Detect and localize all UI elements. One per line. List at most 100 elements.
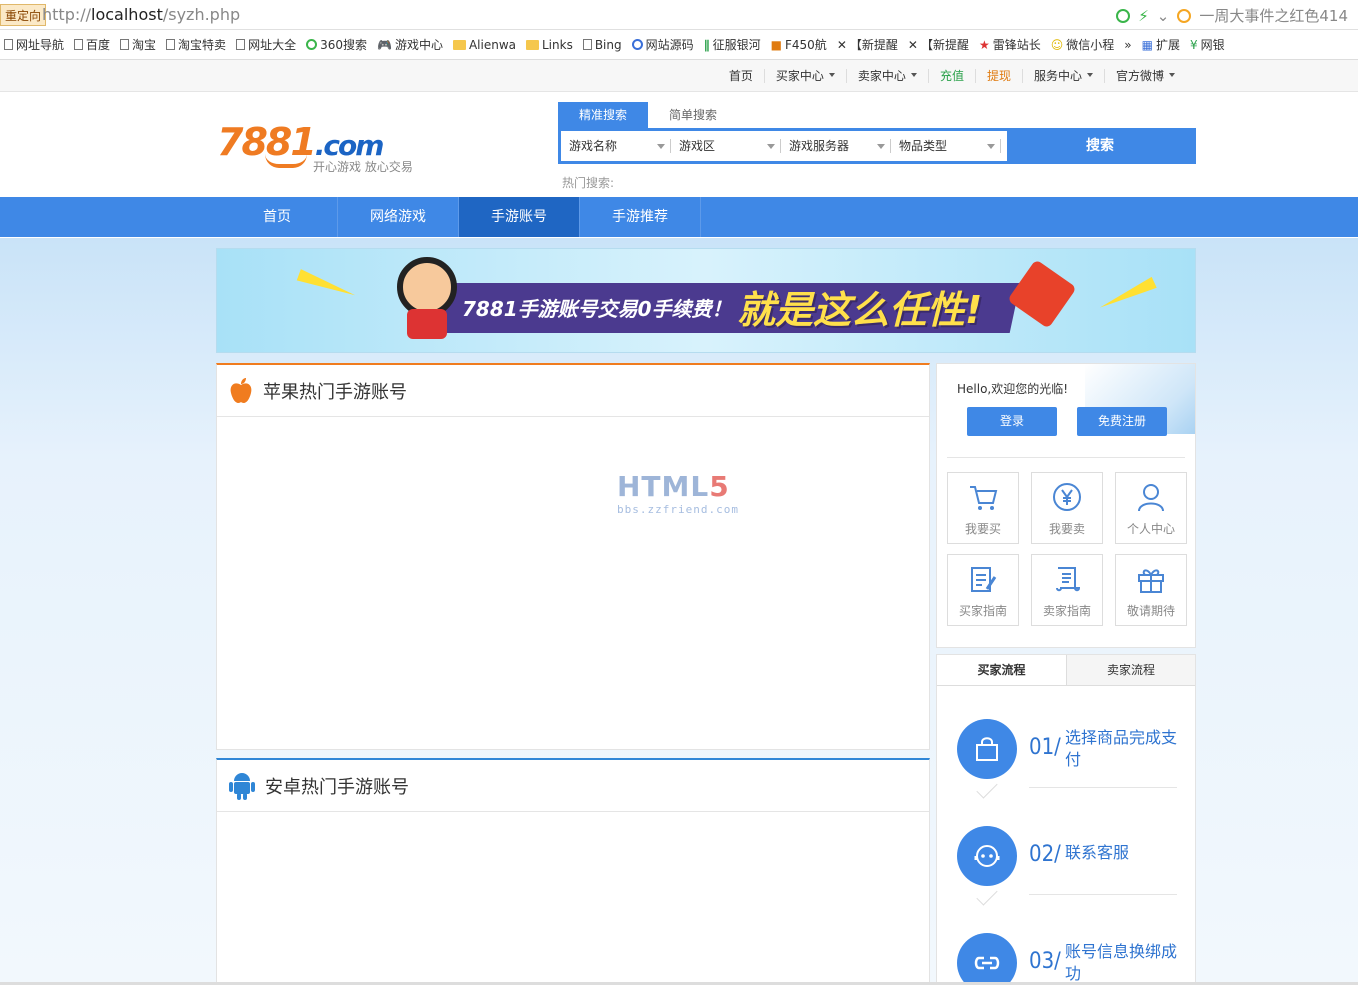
user-icon <box>1138 484 1164 512</box>
quick-coming-soon[interactable]: 敬请期待 <box>1115 554 1187 626</box>
bookmark[interactable]: ∥ 征服银河 <box>704 36 761 53</box>
item-type-select[interactable]: 物品类型 <box>891 131 1001 161</box>
watermark-sub: bbs.zzfriend.com <box>617 503 739 516</box>
site-logo[interactable]: 7881.com 开心游戏 放心交易 <box>217 120 417 174</box>
bookmark[interactable]: Bing <box>582 38 622 52</box>
bookmark[interactable]: ▦ 扩展 <box>1142 36 1180 53</box>
customer-service-icon <box>974 845 1000 867</box>
bookmark[interactable]: 网站源码 <box>631 36 694 53</box>
lightning-icon[interactable]: ⚡ <box>1138 7 1149 25</box>
yen-icon <box>1053 483 1081 511</box>
chevron-down-icon[interactable]: ⌄ <box>1157 7 1170 25</box>
quick-link-label: 个人中心 <box>1126 522 1175 536</box>
game-zone-select[interactable]: 游戏区 <box>671 131 781 161</box>
process-step: 01/ 选择商品完成支付 <box>957 719 1177 809</box>
topnav-official-weibo[interactable]: 官方微博 <box>1105 69 1186 83</box>
smiley-icon: ☺ <box>1050 37 1064 52</box>
quick-link-label: 我要买 <box>964 522 1001 536</box>
register-button[interactable]: 免费注册 <box>1077 407 1167 436</box>
quick-sell[interactable]: 我要卖 <box>1031 472 1103 544</box>
user-sidebar: Hello,欢迎您的光临! 登录 免费注册 我要买 我要卖 个人中心 买家指南 … <box>936 363 1196 648</box>
quick-link-label: 买家指南 <box>958 604 1007 618</box>
step-arrow-icon <box>976 884 998 906</box>
topnav-withdraw[interactable]: 提现 <box>976 69 1023 83</box>
bookmark-label: Links <box>542 37 573 52</box>
gamepad-icon: 🎮 <box>376 37 392 52</box>
process-tabs: 买家流程 卖家流程 <box>937 655 1195 686</box>
promo-banner[interactable]: 7881手游账号交易0手续费！ 就是这么任性! <box>216 248 1196 353</box>
bookmark-label: 网址大全 <box>248 38 297 52</box>
bird-icon: ✕ <box>836 37 847 52</box>
main-nav: 首页 网络游戏 手游账号 手游推荐 <box>0 197 1358 237</box>
search-button[interactable]: 搜索 <box>1007 131 1193 161</box>
step-divider <box>1029 787 1177 788</box>
tab-seller-process[interactable]: 卖家流程 <box>1066 655 1195 685</box>
bookmark-label: 征服银河 <box>712 38 761 52</box>
login-button[interactable]: 登录 <box>967 407 1057 436</box>
step-text: 选择商品完成支付 <box>1065 728 1178 769</box>
page-icon <box>582 39 592 50</box>
bookmark[interactable]: 网址大全 <box>236 36 296 53</box>
more-bookmarks-button[interactable]: » <box>1124 38 1131 52</box>
nav-mobile-accounts[interactable]: 手游账号 <box>459 197 580 237</box>
url-field[interactable]: http://localhost/syzh.php <box>42 5 240 24</box>
tab-simple-search[interactable]: 简单搜索 <box>648 102 738 128</box>
star-icon: ★ <box>978 37 990 52</box>
bookmark[interactable]: 淘宝 <box>120 36 156 53</box>
step-arrow-icon <box>976 777 998 799</box>
welcome-text: Hello,欢迎您的光临! <box>957 382 1069 396</box>
process-step: 02/ 联系客服 <box>957 826 1177 916</box>
step-text: 账号信息换绑成功 <box>1065 942 1178 983</box>
bookmark[interactable]: 网址导航 <box>4 36 64 53</box>
quick-seller-guide[interactable]: 卖家指南 <box>1031 554 1103 626</box>
step-divider <box>1029 894 1177 895</box>
bookmark-label: 淘宝特卖 <box>178 38 227 52</box>
logo-smile-icon <box>265 154 307 168</box>
step-circle <box>957 826 1017 886</box>
bookmark[interactable]: 360搜索 <box>306 36 367 53</box>
bookmark[interactable]: ■ F450航 <box>771 36 827 53</box>
bookmark[interactable]: ☺ 微信小程 <box>1051 36 1115 53</box>
search-tabs: 精准搜索 简单搜索 <box>558 102 1196 128</box>
globe-icon <box>631 39 643 50</box>
topnav-seller-center[interactable]: 卖家中心 <box>847 69 929 83</box>
step-circle <box>957 719 1017 779</box>
tab-precise-search[interactable]: 精准搜索 <box>558 102 648 128</box>
nav-online-games[interactable]: 网络游戏 <box>338 197 459 237</box>
nav-home[interactable]: 首页 <box>217 197 338 237</box>
bookmark-label: 【新提醒 <box>920 38 969 52</box>
nav-mobile-recommend[interactable]: 手游推荐 <box>580 197 701 237</box>
quick-profile[interactable]: 个人中心 <box>1115 472 1187 544</box>
apple-icon <box>230 377 252 403</box>
bookmark[interactable]: Alienwa <box>452 37 516 52</box>
news-ticker[interactable]: 一周大事件之红色414 <box>1199 5 1348 26</box>
topnav-home[interactable]: 首页 <box>718 69 765 83</box>
bookmark[interactable]: ✕ 【新提醒 <box>908 36 969 53</box>
bookmark[interactable]: ✕ 【新提醒 <box>837 36 898 53</box>
bookmark-label: 【新提醒 <box>849 38 898 52</box>
refresh-icon[interactable] <box>1116 8 1131 23</box>
gift-icon <box>1138 569 1164 593</box>
quick-buyer-guide[interactable]: 买家指南 <box>947 554 1019 626</box>
topnav-service-center[interactable]: 服务中心 <box>1023 69 1105 83</box>
android-icon <box>229 772 255 800</box>
bookmark[interactable]: Links <box>526 38 573 52</box>
bookmark[interactable]: ★ 雷锋站长 <box>979 36 1041 53</box>
bookmark[interactable]: 🎮 游戏中心 <box>377 36 443 53</box>
bookmark[interactable]: 淘宝特卖 <box>166 36 226 53</box>
game-name-select[interactable]: 游戏名称 <box>561 131 671 161</box>
topnav-recharge[interactable]: 充值 <box>929 69 976 83</box>
step-circle <box>957 933 1017 985</box>
tab-buyer-process[interactable]: 买家流程 <box>937 655 1066 685</box>
topnav-buyer-center[interactable]: 买家中心 <box>765 69 847 83</box>
scroll-icon <box>1056 567 1081 592</box>
quick-buy[interactable]: 我要买 <box>947 472 1019 544</box>
game-server-select[interactable]: 游戏服务器 <box>781 131 891 161</box>
page-icon <box>120 39 130 50</box>
bookmark[interactable]: 百度 <box>74 36 110 53</box>
clipboard-edit-icon <box>971 567 997 592</box>
step-text: 联系客服 <box>1065 843 1130 862</box>
bookmark-label: Alienwa <box>468 37 516 52</box>
bookmark[interactable]: ¥ 网银 <box>1190 36 1225 53</box>
site-header: 7881.com 开心游戏 放心交易 精准搜索 简单搜索 游戏名称 游戏区 游戏… <box>0 92 1358 197</box>
